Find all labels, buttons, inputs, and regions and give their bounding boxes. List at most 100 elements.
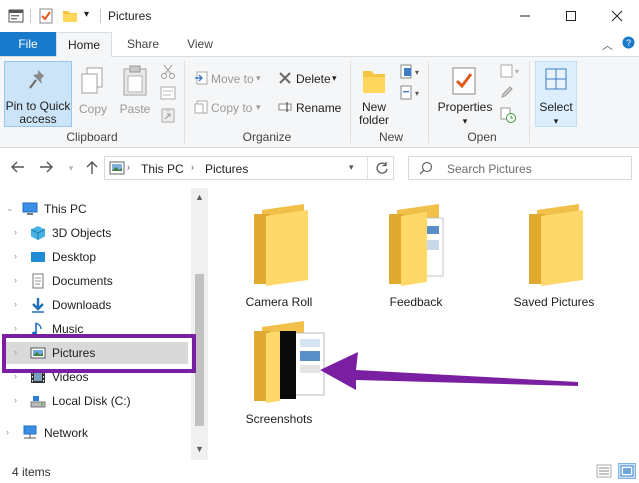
copy-to-button[interactable]: Copy to ▾: [192, 98, 268, 118]
breadcrumb-this-pc[interactable]: This PC: [141, 162, 184, 176]
tree-item-label: 3D Objects: [52, 226, 112, 240]
folder-label: Saved Pictures: [513, 295, 595, 309]
forward-button[interactable]: [37, 160, 55, 176]
move-to-icon: [194, 71, 208, 88]
expand-chevron-icon[interactable]: ›: [14, 323, 17, 333]
clipboard-group-label: Clipboard: [66, 130, 118, 144]
back-arrow-icon: [11, 161, 24, 173]
expand-chevron-icon[interactable]: ›: [14, 275, 17, 285]
scroll-down-icon[interactable]: ▼: [195, 444, 204, 454]
expand-chevron-icon[interactable]: ›: [14, 227, 17, 237]
properties-dropdown-icon: ▾: [462, 116, 468, 126]
paste-shortcut-icon[interactable]: [160, 107, 176, 126]
tree-item-label: Downloads: [52, 298, 112, 312]
tree-item-label: Documents: [52, 274, 113, 288]
move-to-button[interactable]: Move to ▾: [192, 69, 268, 89]
search-placeholder: Search Pictures: [447, 162, 532, 176]
details-view-icon[interactable]: [596, 464, 612, 481]
breadcrumb-pictures[interactable]: Pictures: [205, 162, 248, 176]
scroll-up-icon[interactable]: ▲: [195, 192, 204, 202]
new-folder-label-line2: folder: [358, 113, 390, 127]
rename-button[interactable]: Rename: [276, 98, 344, 118]
select-grid-icon: [545, 68, 567, 93]
select-dropdown-icon: ▾: [553, 116, 559, 126]
help-icon[interactable]: ?: [622, 36, 635, 52]
edit-icon[interactable]: [500, 85, 514, 102]
select-button[interactable]: Select ▾: [535, 61, 577, 127]
customize-quick-access-icon[interactable]: ▾: [84, 9, 100, 25]
new-item-icon[interactable]: ▾: [400, 64, 422, 83]
new-folder-button[interactable]: New folder: [354, 61, 394, 127]
open-icon[interactable]: ▾: [500, 64, 522, 81]
close-icon: [611, 10, 623, 22]
expand-chevron-icon[interactable]: ›: [14, 299, 17, 309]
minimize-button[interactable]: [502, 0, 548, 32]
up-button[interactable]: [83, 160, 101, 176]
expand-chevron-icon[interactable]: ›: [6, 427, 9, 437]
address-dropdown-icon[interactable]: ▾: [349, 162, 354, 173]
delete-button[interactable]: Delete ▾: [276, 69, 344, 89]
refresh-icon[interactable]: [375, 161, 389, 178]
tree-item-this-pc[interactable]: ⌄ This PC: [0, 198, 188, 220]
tree-item-3d-objects[interactable]: › 3D Objects: [0, 222, 188, 244]
properties-button[interactable]: Properties ▾: [434, 61, 496, 127]
ribbon: Pin to Quick access Copy Paste Clipboard…: [0, 56, 639, 148]
easy-access-icon[interactable]: ▾: [400, 85, 422, 104]
new-folder-quick-icon[interactable]: [62, 8, 78, 24]
folder-item-saved-pictures[interactable]: Saved Pictures: [499, 188, 609, 309]
svg-text:▾: ▾: [415, 68, 419, 77]
pin-label-line2: access: [19, 112, 57, 126]
paste-button[interactable]: Paste: [116, 61, 154, 121]
copy-to-icon: [194, 100, 208, 117]
address-row: ▾ › This PC › Pictures ▾ Search Pictures: [0, 148, 639, 188]
expand-chevron-icon[interactable]: ›: [14, 251, 17, 261]
pictures-location-icon: [109, 161, 125, 178]
svg-text:▾: ▾: [515, 67, 519, 76]
tab-share[interactable]: Share: [118, 32, 168, 56]
organize-group-label: Organize: [242, 130, 292, 144]
tree-item-label: Local Disk (C:): [52, 394, 131, 408]
properties-check-icon[interactable]: [38, 8, 54, 24]
cube-icon: [30, 225, 46, 241]
tree-item-downloads[interactable]: › Downloads: [0, 294, 188, 316]
nav-scrollbar[interactable]: ▲ ▼: [191, 188, 208, 460]
tree-item-documents[interactable]: › Documents: [0, 270, 188, 292]
copy-button[interactable]: Copy: [76, 61, 110, 121]
network-icon: [22, 425, 38, 441]
tab-file[interactable]: File: [0, 32, 56, 56]
folder-item-feedback[interactable]: Feedback: [361, 188, 471, 309]
minimize-icon: [520, 15, 530, 17]
expand-chevron-icon[interactable]: ›: [14, 395, 17, 405]
tree-item-network[interactable]: › Network: [0, 422, 188, 444]
address-bar[interactable]: › This PC › Pictures ▾: [104, 156, 394, 180]
forward-arrow-icon: [40, 161, 53, 173]
delete-x-icon: [278, 71, 292, 88]
maximize-button[interactable]: [548, 0, 594, 32]
folder-icon: [254, 204, 308, 286]
close-button[interactable]: [594, 0, 639, 32]
delete-dropdown-icon: ▾: [332, 73, 337, 83]
copy-to-dropdown-icon: ▾: [256, 102, 261, 112]
recent-locations-button[interactable]: ▾: [62, 160, 80, 176]
expand-chevron-icon[interactable]: ⌄: [6, 203, 14, 214]
search-input[interactable]: Search Pictures: [408, 156, 632, 180]
history-icon[interactable]: [500, 107, 516, 126]
tab-view[interactable]: View: [176, 32, 224, 56]
tree-item-label: Desktop: [52, 250, 97, 264]
cut-icon[interactable]: [160, 64, 176, 83]
folder-item-camera-roll[interactable]: Camera Roll: [224, 188, 334, 309]
large-icons-view-button[interactable]: [618, 463, 636, 479]
tab-home[interactable]: Home: [56, 32, 112, 57]
new-folder-icon: [361, 67, 387, 98]
copy-path-icon[interactable]: [160, 86, 176, 103]
tree-item-local-disk[interactable]: › Local Disk (C:): [0, 390, 188, 412]
ribbon-tabs: File Home Share View ︿ ?: [0, 32, 639, 57]
minimize-ribbon-icon[interactable]: ︿: [602, 37, 613, 53]
tree-item-desktop[interactable]: › Desktop: [0, 246, 188, 268]
pin-to-quick-access-button[interactable]: Pin to Quick access: [4, 61, 72, 127]
back-button[interactable]: [9, 160, 27, 176]
scrollbar-thumb[interactable]: [195, 274, 204, 426]
large-icons-view-icon: [620, 465, 634, 477]
folder-label: Feedback: [389, 295, 443, 309]
pin-icon: [27, 68, 49, 97]
